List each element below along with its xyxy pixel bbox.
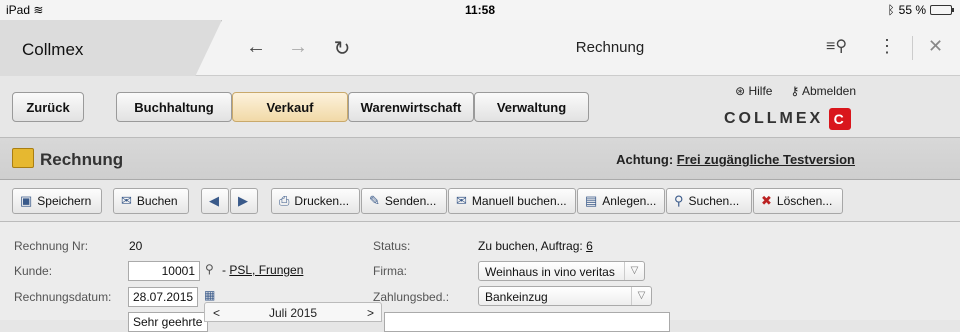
chevron-down-icon: ▽ bbox=[631, 287, 651, 305]
device-status-bar: iPad ≋ 11:58 ᛒ 55 % bbox=[0, 0, 960, 20]
tab-title: Collmex bbox=[22, 40, 84, 59]
test-version-notice: Achtung: Frei zugängliche Testversion bbox=[616, 152, 855, 167]
battery-percent: 55 % bbox=[898, 3, 926, 17]
top-links: ⊛ Hilfe ⚷ Abmelden bbox=[735, 84, 856, 98]
close-icon[interactable]: ✕ bbox=[928, 36, 943, 57]
delete-icon: ✖ bbox=[761, 193, 772, 208]
test-version-link[interactable]: Frei zugängliche Testversion bbox=[677, 152, 855, 167]
save-button[interactable]: ▣ Speichern bbox=[12, 188, 102, 214]
next-month-button[interactable]: > bbox=[367, 306, 374, 320]
new-document-icon: ▤ bbox=[585, 193, 598, 208]
invoice-number-label: Rechnung Nr: bbox=[14, 239, 89, 253]
logout-link[interactable]: ⚷ Abmelden bbox=[790, 84, 856, 98]
payment-terms-select[interactable]: Bankeinzug ▽ bbox=[478, 286, 652, 306]
salutation-field[interactable] bbox=[128, 312, 208, 332]
customer-link-wrap: - PSL, Frungen bbox=[222, 263, 304, 277]
clock: 11:58 bbox=[464, 3, 496, 17]
lifebuoy-icon: ⊛ bbox=[735, 84, 746, 98]
invoice-form: Rechnung Nr: 20 Kunde: ⚲ - PSL, Frungen … bbox=[0, 222, 960, 332]
forward-icon[interactable]: → bbox=[286, 36, 310, 59]
nav-verkauf[interactable]: Verkauf bbox=[232, 92, 348, 122]
text-field[interactable] bbox=[384, 312, 670, 332]
prev-month-button[interactable]: < bbox=[213, 306, 220, 320]
send-icon: ✎ bbox=[369, 193, 380, 208]
month-label: Juli 2015 bbox=[269, 306, 318, 320]
manual-post-icon: ✉ bbox=[456, 193, 467, 208]
print-button[interactable]: ⎙ Drucken... bbox=[271, 188, 360, 214]
next-button[interactable]: ▶ bbox=[230, 188, 258, 214]
payment-terms-label: Zahlungsbed.: bbox=[373, 290, 450, 304]
action-toolbar: ▣ Speichern ✉ Buchen ◀ ▶ ⎙ Drucken... ✎ Send… bbox=[0, 180, 960, 222]
customer-label: Kunde: bbox=[14, 264, 53, 278]
toolbar-divider bbox=[912, 36, 913, 60]
key-icon: ⚷ bbox=[790, 84, 800, 98]
post-icon: ✉ bbox=[121, 193, 132, 208]
previous-button[interactable]: ◀ bbox=[201, 188, 229, 214]
save-icon: ▣ bbox=[20, 193, 33, 208]
manual-post-button[interactable]: ✉ Manuell buchen... bbox=[448, 188, 576, 214]
logo-mark-icon: C bbox=[829, 108, 852, 130]
search-button[interactable]: ⚲ Suchen... bbox=[666, 188, 752, 214]
invoice-number-value: 20 bbox=[129, 239, 143, 253]
arrow-left-icon: ◀ bbox=[209, 193, 219, 208]
search-list-icon[interactable]: ≡⚲ bbox=[826, 36, 847, 56]
browser-toolbar: Collmex ← → ↻ Rechnung ≡⚲ ⋮ ✕ bbox=[0, 20, 960, 76]
more-vertical-icon[interactable]: ⋮ bbox=[878, 36, 896, 57]
delete-button[interactable]: ✖ Löschen... bbox=[753, 188, 843, 214]
nav-warenwirtschaft[interactable]: Warenwirtschaft bbox=[348, 92, 474, 122]
help-link[interactable]: ⊛ Hilfe bbox=[735, 84, 772, 98]
nav-verwaltung[interactable]: Verwaltung bbox=[474, 92, 589, 122]
print-icon: ⎙ bbox=[279, 193, 290, 208]
invoice-date-field[interactable] bbox=[128, 287, 198, 307]
invoice-date-label: Rechnungsdatum: bbox=[14, 290, 112, 304]
page-title: Rechnung bbox=[40, 150, 124, 169]
customer-link[interactable]: PSL, Frungen bbox=[229, 263, 303, 277]
battery-status: ᛒ 55 % bbox=[887, 3, 954, 17]
calendar-icon[interactable]: ▦ bbox=[204, 288, 215, 302]
invoice-icon bbox=[12, 148, 34, 168]
nav-buchhaltung[interactable]: Buchhaltung bbox=[116, 92, 232, 122]
bluetooth-icon: ᛒ bbox=[887, 3, 895, 17]
arrow-right-icon: ▶ bbox=[238, 193, 248, 208]
browser-tab[interactable]: Collmex bbox=[0, 20, 222, 76]
datepicker-header: < Juli 2015 > bbox=[204, 302, 382, 322]
company-label: Firma: bbox=[373, 264, 407, 278]
back-icon[interactable]: ← bbox=[244, 36, 268, 59]
page-title-bar: Rechnung Achtung: Frei zugängliche Testv… bbox=[0, 138, 960, 180]
customer-search-icon[interactable]: ⚲ bbox=[205, 262, 214, 276]
browser-page-title: Rechnung bbox=[575, 39, 645, 56]
customer-field[interactable] bbox=[128, 261, 200, 281]
send-button[interactable]: ✎ Senden... bbox=[361, 188, 447, 214]
back-button[interactable]: Zurück bbox=[12, 92, 84, 122]
reload-icon[interactable]: ↻ bbox=[330, 36, 354, 61]
search-icon: ⚲ bbox=[674, 193, 684, 208]
company-select[interactable]: Weinhaus in vino veritas ▽ bbox=[478, 261, 645, 281]
app-header: Zurück Buchhaltung Verkauf Warenwirtscha… bbox=[0, 76, 960, 138]
new-button[interactable]: ▤ Anlegen... bbox=[577, 188, 665, 214]
status-label: Status: bbox=[373, 239, 411, 253]
chevron-down-icon: ▽ bbox=[624, 262, 644, 280]
battery-icon bbox=[930, 5, 954, 15]
collmex-logo: COLLMEX C bbox=[724, 108, 852, 130]
status-value: Zu buchen, Auftrag: 6 bbox=[478, 239, 593, 253]
post-button[interactable]: ✉ Buchen bbox=[113, 188, 189, 214]
order-link[interactable]: 6 bbox=[586, 239, 593, 253]
